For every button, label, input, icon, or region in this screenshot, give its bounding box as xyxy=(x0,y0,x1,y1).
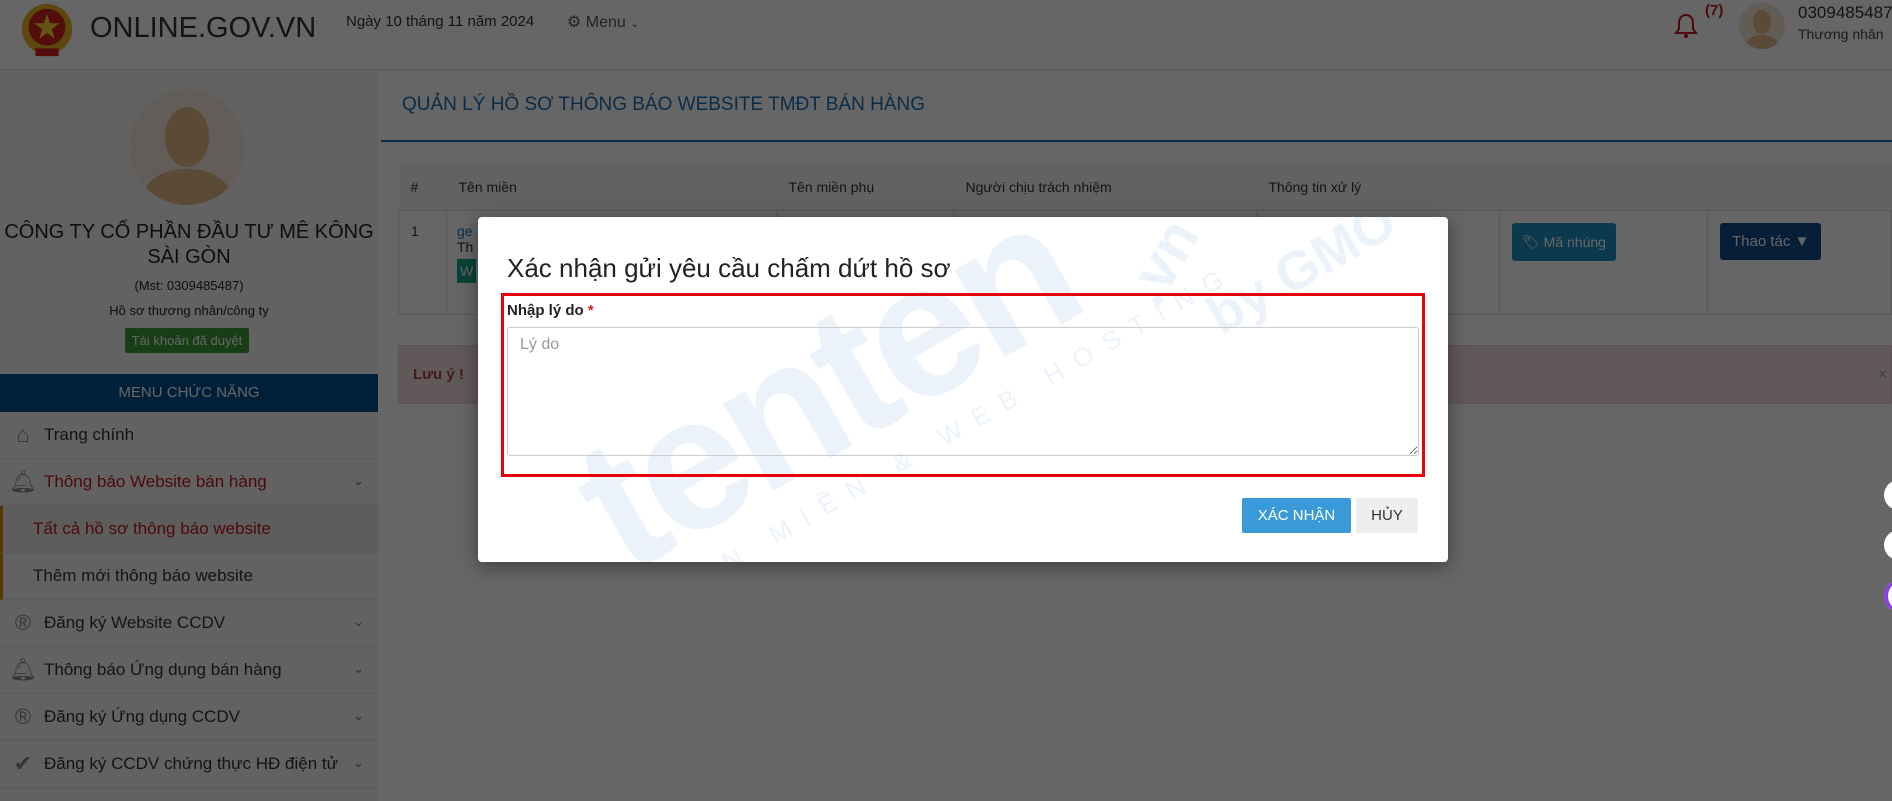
row-status-button[interactable]: W xyxy=(457,258,477,283)
reason-textarea[interactable] xyxy=(507,327,1419,456)
profile-link[interactable]: Hồ sơ thương nhân/công ty xyxy=(0,303,378,318)
sidebar-item-label: Đăng ký CCDV chứng thực HĐ điện tử xyxy=(44,754,338,773)
sidebar-item-register-einvoice[interactable]: ✔ Đăng ký CCDV chứng thực HĐ điện tử ⌄ xyxy=(0,741,378,788)
col-embed xyxy=(1499,165,1708,211)
sidebar-item-app-notice[interactable]: 🔔︎ Thông báo Ứng dụng bán hàng ⌄ xyxy=(0,647,378,694)
gear-icon: ⚙ xyxy=(567,14,582,31)
row-index: 1 xyxy=(398,209,447,315)
bell-outline-icon: 🔔︎ xyxy=(9,657,37,682)
check-circle-icon: ✔ xyxy=(13,751,33,776)
menu-title: MENU CHỨC NĂNG xyxy=(0,374,378,412)
notification-bell-icon[interactable] xyxy=(1674,12,1698,40)
sidebar-item-register-app[interactable]: ® Đăng ký Ứng dụng CCDV ⌄ xyxy=(0,694,378,741)
company-name: CÔNG TY CỔ PHẦN ĐẦU TƯ MÊ KÔNG SÀI GÒN xyxy=(4,221,374,268)
col-domain: Tên miền xyxy=(446,165,777,211)
sidebar-item-label: Thông báo Ứng dụng bán hàng xyxy=(44,660,282,679)
sidebar-item-register-website[interactable]: ® Đăng ký Website CCDV ⌄ xyxy=(0,600,378,647)
col-responsible: Người chịu trách nhiệm xyxy=(953,165,1257,211)
reason-label-text: Nhập lý do xyxy=(507,302,584,319)
page-title: QUẢN LÝ HỒ SƠ THÔNG BÁO WEBSITE TMĐT BÁN… xyxy=(402,94,926,115)
bell-icon: 🔔︎ xyxy=(9,469,37,494)
sidebar-item-website-notice[interactable]: 🔔︎ Thông báo Website bán hàng ⌄ xyxy=(0,459,378,506)
sidebar-item-label: Đăng ký Website CCDV xyxy=(44,613,226,632)
sidebar-item-label: Đăng ký Ứng dụng CCDV xyxy=(44,707,240,726)
chevron-down-icon: ⌄ xyxy=(353,708,364,723)
table-header-row: # Tên miền Tên miền phụ Người chịu trách… xyxy=(398,165,1892,211)
sidebar-item-add-website-notice[interactable]: Thêm mới thông báo website xyxy=(0,553,378,600)
sidebar-item-all-website-profiles[interactable]: Tất cả hồ sơ thông báo website xyxy=(0,506,378,553)
home-icon: ⌂ xyxy=(16,422,30,447)
tag-icon: 🏷︎ xyxy=(1522,233,1540,250)
title-divider xyxy=(381,140,1892,142)
menu-label: Menu xyxy=(585,14,626,31)
col-action xyxy=(1707,165,1892,211)
user-id[interactable]: 0309485487 xyxy=(1798,3,1892,23)
alert-text: Lưu ý ! xyxy=(413,366,464,383)
sidebar-item-home[interactable]: ⌂ Trang chính xyxy=(0,412,378,459)
col-processing: Thông tin xử lý xyxy=(1256,165,1500,211)
registered-icon: ® xyxy=(14,610,32,635)
confirm-button[interactable]: XÁC NHẬN xyxy=(1242,498,1351,533)
sidebar-item-label: Tất cả hồ sơ thông báo website xyxy=(33,519,271,538)
chevron-down-icon: ⌄ xyxy=(353,473,364,488)
current-date: Ngày 10 tháng 11 năm 2024 xyxy=(346,13,535,30)
site-name[interactable]: ONLINE.GOV.VN xyxy=(90,12,316,45)
national-emblem-logo[interactable] xyxy=(18,2,76,60)
action-dropdown-button[interactable]: Thao tác ▼ xyxy=(1720,222,1822,260)
tax-code: (Mst: 0309485487) xyxy=(134,278,244,293)
col-index: # xyxy=(398,165,447,211)
col-subdomain: Tên miền phụ xyxy=(776,165,954,211)
chevron-down-icon: ⌄ xyxy=(353,755,364,770)
company-avatar xyxy=(129,89,245,205)
user-role: Thương nhân xyxy=(1798,26,1884,42)
notification-count[interactable]: (7) xyxy=(1705,2,1723,19)
action-label: Thao tác xyxy=(1732,232,1791,250)
cancel-button[interactable]: HỦY xyxy=(1356,498,1418,533)
modal-title: Xác nhận gửi yêu cầu chấm dứt hồ sơ xyxy=(507,253,951,283)
sidebar-item-label: Thông báo Website bán hàng xyxy=(44,472,267,491)
chevron-down-icon: ⌄ xyxy=(630,18,640,30)
sidebar: CÔNG TY CỔ PHẦN ĐẦU TƯ MÊ KÔNG SÀI GÒN (… xyxy=(0,70,378,801)
terminate-request-modal: tenten .vn by GMO TÊN MIỀN & WEB HOSTING… xyxy=(478,217,1448,562)
row-embed: 🏷︎ Mã nhúng xyxy=(1499,209,1708,315)
close-icon[interactable]: × xyxy=(1878,346,1887,403)
account-status-badge: Tài khoản đã duyệt xyxy=(125,328,249,353)
row-action: Thao tác ▼ xyxy=(1707,209,1892,315)
sidebar-item-label: Thêm mới thông báo website xyxy=(33,566,253,585)
caret-down-icon: ▼ xyxy=(1794,232,1810,250)
required-mark: * xyxy=(587,302,594,319)
embed-code-button[interactable]: 🏷︎ Mã nhúng xyxy=(1512,222,1616,261)
chevron-down-icon: ⌄ xyxy=(353,661,364,676)
top-header: ONLINE.GOV.VN Ngày 10 tháng 11 năm 2024 … xyxy=(0,0,1892,70)
reason-label: Nhập lý do * xyxy=(507,302,594,319)
sidebar-item-label: Trang chính xyxy=(44,425,135,444)
chevron-down-icon: ⌄ xyxy=(353,614,364,629)
top-menu-button[interactable]: ⚙ Menu ⌄ xyxy=(567,12,640,32)
embed-label: Mã nhúng xyxy=(1543,233,1606,250)
user-avatar[interactable] xyxy=(1739,3,1785,49)
registered-icon: ® xyxy=(14,704,32,729)
